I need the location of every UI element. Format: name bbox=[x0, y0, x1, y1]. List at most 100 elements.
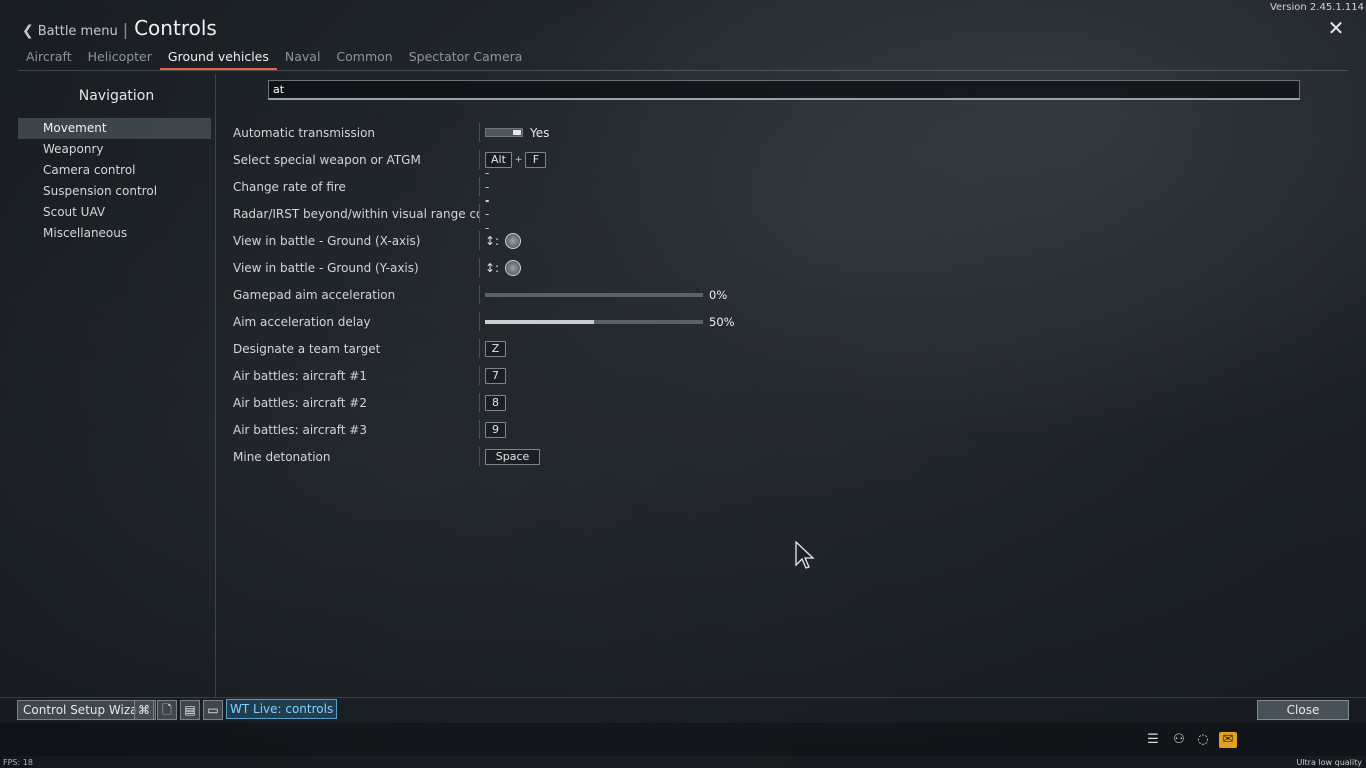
header: ❮ Battle menu | Controls bbox=[22, 16, 217, 40]
control-value[interactable]: 7 bbox=[485, 367, 506, 384]
control-value[interactable]: 50% bbox=[485, 315, 735, 329]
control-label: View in battle - Ground (X-axis) bbox=[233, 233, 421, 248]
control-row[interactable]: Mine detonation Space bbox=[233, 443, 540, 470]
key-plus: + bbox=[514, 154, 523, 165]
control-label: Gamepad aim acceleration bbox=[233, 287, 396, 302]
key-binding[interactable]: F bbox=[525, 151, 547, 168]
nav-item-scout-uav[interactable]: Scout UAV bbox=[18, 202, 215, 223]
control-label: Automatic transmission bbox=[233, 125, 376, 140]
tab-helicopter[interactable]: Helicopter bbox=[80, 48, 160, 70]
control-value[interactable]: Alt + F bbox=[485, 151, 547, 168]
gamepad-stick-y-icon bbox=[505, 259, 522, 276]
control-row[interactable]: View in battle - Ground (Y-axis) ↕: bbox=[233, 254, 522, 281]
navigation-panel: Navigation Movement Weaponry Camera contro… bbox=[18, 74, 216, 697]
control-value[interactable]: 0% bbox=[485, 288, 727, 302]
save-icon[interactable]: ▤ bbox=[180, 700, 200, 720]
chat-icon[interactable]: ◌ bbox=[1194, 732, 1212, 748]
fps-counter: FPS: 18 bbox=[3, 758, 33, 767]
close-button[interactable]: Close bbox=[1257, 700, 1349, 720]
chevron-left-icon: ❮ bbox=[22, 23, 34, 39]
back-button[interactable]: ❮ Battle menu bbox=[22, 23, 118, 39]
search-input[interactable] bbox=[268, 80, 1300, 100]
nav-item-movement[interactable]: Movement bbox=[18, 118, 211, 139]
wt-live-controls-link[interactable]: WT Live: controls bbox=[226, 699, 338, 719]
control-row[interactable]: Air battles: aircraft #2 8 bbox=[233, 389, 506, 416]
footer-divider bbox=[0, 697, 1366, 698]
control-row[interactable]: Change rate of fire --- bbox=[233, 166, 489, 208]
control-label: Air battles: aircraft #3 bbox=[233, 422, 367, 437]
key-binding[interactable]: 8 bbox=[485, 394, 506, 411]
control-value[interactable]: ↕: bbox=[485, 232, 522, 249]
axis-arrows-icon: ↕: bbox=[485, 260, 500, 275]
slider-value: 50% bbox=[709, 314, 735, 329]
unassigned-value: --- bbox=[485, 192, 490, 235]
control-row[interactable]: Automatic transmission Yes bbox=[233, 119, 549, 146]
control-row[interactable]: Select special weapon or ATGM Alt + F bbox=[233, 146, 547, 173]
slider-fill bbox=[485, 319, 594, 324]
control-value[interactable]: Yes bbox=[485, 126, 549, 140]
nav-item-miscellaneous[interactable]: Miscellaneous bbox=[18, 223, 215, 244]
navigation-list: Movement Weaponry Camera control Suspension… bbox=[18, 118, 215, 244]
tab-spectator-camera[interactable]: Spectator Camera bbox=[401, 48, 531, 70]
open-folder-icon[interactable]: ▭ bbox=[203, 700, 223, 720]
control-label: Designate a team target bbox=[233, 341, 381, 356]
control-value[interactable]: 9 bbox=[485, 421, 506, 438]
tab-bar: Aircraft Helicopter Ground vehicles Naval Co… bbox=[18, 48, 530, 70]
mail-icon[interactable]: ✉ bbox=[1219, 732, 1237, 748]
tab-divider bbox=[18, 70, 1348, 71]
column-divider bbox=[479, 231, 480, 250]
control-value[interactable]: Space bbox=[485, 448, 540, 465]
close-icon[interactable]: ✕ bbox=[1326, 18, 1346, 38]
key-binding[interactable]: 9 bbox=[485, 421, 506, 438]
new-preset-icon[interactable]: 🗋 bbox=[157, 700, 177, 720]
column-divider bbox=[479, 393, 480, 412]
toggle-value: Yes bbox=[530, 125, 550, 140]
column-divider bbox=[479, 258, 480, 277]
control-row[interactable]: Air battles: aircraft #3 9 bbox=[233, 416, 506, 443]
slider[interactable] bbox=[485, 292, 703, 297]
tab-ground-vehicles[interactable]: Ground vehicles bbox=[159, 48, 277, 70]
nav-item-weaponry[interactable]: Weaponry bbox=[18, 139, 215, 160]
quality-label: Ultra low quality bbox=[1296, 758, 1362, 767]
controls-list: Automatic transmission Yes Select special … bbox=[233, 119, 735, 470]
control-label: Aim acceleration delay bbox=[233, 314, 371, 329]
navigation-title: Navigation bbox=[78, 88, 155, 104]
slider-value: 0% bbox=[709, 287, 728, 302]
control-label: View in battle - Ground (Y-axis) bbox=[233, 260, 419, 275]
nav-item-suspension-control[interactable]: Suspension control bbox=[18, 181, 215, 202]
control-row[interactable]: Air battles: aircraft #1 7 bbox=[233, 362, 506, 389]
column-divider bbox=[479, 312, 480, 331]
control-row[interactable]: Radar/IRST beyond/within visual range co… bbox=[233, 193, 489, 235]
key-binding[interactable]: 7 bbox=[485, 367, 506, 384]
control-label: Radar/IRST beyond/within visual range co… bbox=[233, 206, 479, 221]
list-icon[interactable]: ☰ bbox=[1144, 732, 1162, 748]
toggle-switch[interactable] bbox=[485, 128, 523, 137]
column-divider bbox=[479, 447, 480, 466]
control-value[interactable]: --- bbox=[485, 193, 489, 235]
key-binding[interactable]: Space bbox=[485, 448, 540, 465]
key-binding[interactable]: Z bbox=[485, 340, 506, 357]
page-title: Controls bbox=[134, 16, 217, 40]
column-divider bbox=[479, 123, 480, 142]
control-row[interactable]: Aim acceleration delay 50% bbox=[233, 308, 735, 335]
control-value[interactable]: Z bbox=[485, 340, 506, 357]
control-row[interactable]: Gamepad aim acceleration 0% bbox=[233, 281, 727, 308]
control-label: Air battles: aircraft #1 bbox=[233, 368, 367, 383]
axis-arrows-icon: ↕: bbox=[485, 233, 500, 248]
gamepad-icon[interactable]: ⌘ bbox=[134, 700, 154, 720]
control-value[interactable]: 8 bbox=[485, 394, 506, 411]
control-row[interactable]: Designate a team target Z bbox=[233, 335, 506, 362]
control-label: Select special weapon or ATGM bbox=[233, 152, 421, 167]
tab-aircraft[interactable]: Aircraft bbox=[18, 48, 80, 70]
column-divider bbox=[479, 177, 480, 196]
mouse-cursor-icon bbox=[795, 541, 815, 569]
column-divider bbox=[479, 339, 480, 358]
slider[interactable] bbox=[485, 319, 703, 324]
control-value[interactable]: ↕: bbox=[485, 259, 522, 276]
squad-icon[interactable]: ⚇ bbox=[1170, 732, 1188, 748]
nav-item-camera-control[interactable]: Camera control bbox=[18, 160, 215, 181]
tab-naval[interactable]: Naval bbox=[277, 48, 329, 70]
control-label: Air battles: aircraft #2 bbox=[233, 395, 367, 410]
control-row[interactable]: View in battle - Ground (X-axis) ↕: bbox=[233, 227, 522, 254]
tab-common[interactable]: Common bbox=[328, 48, 400, 70]
